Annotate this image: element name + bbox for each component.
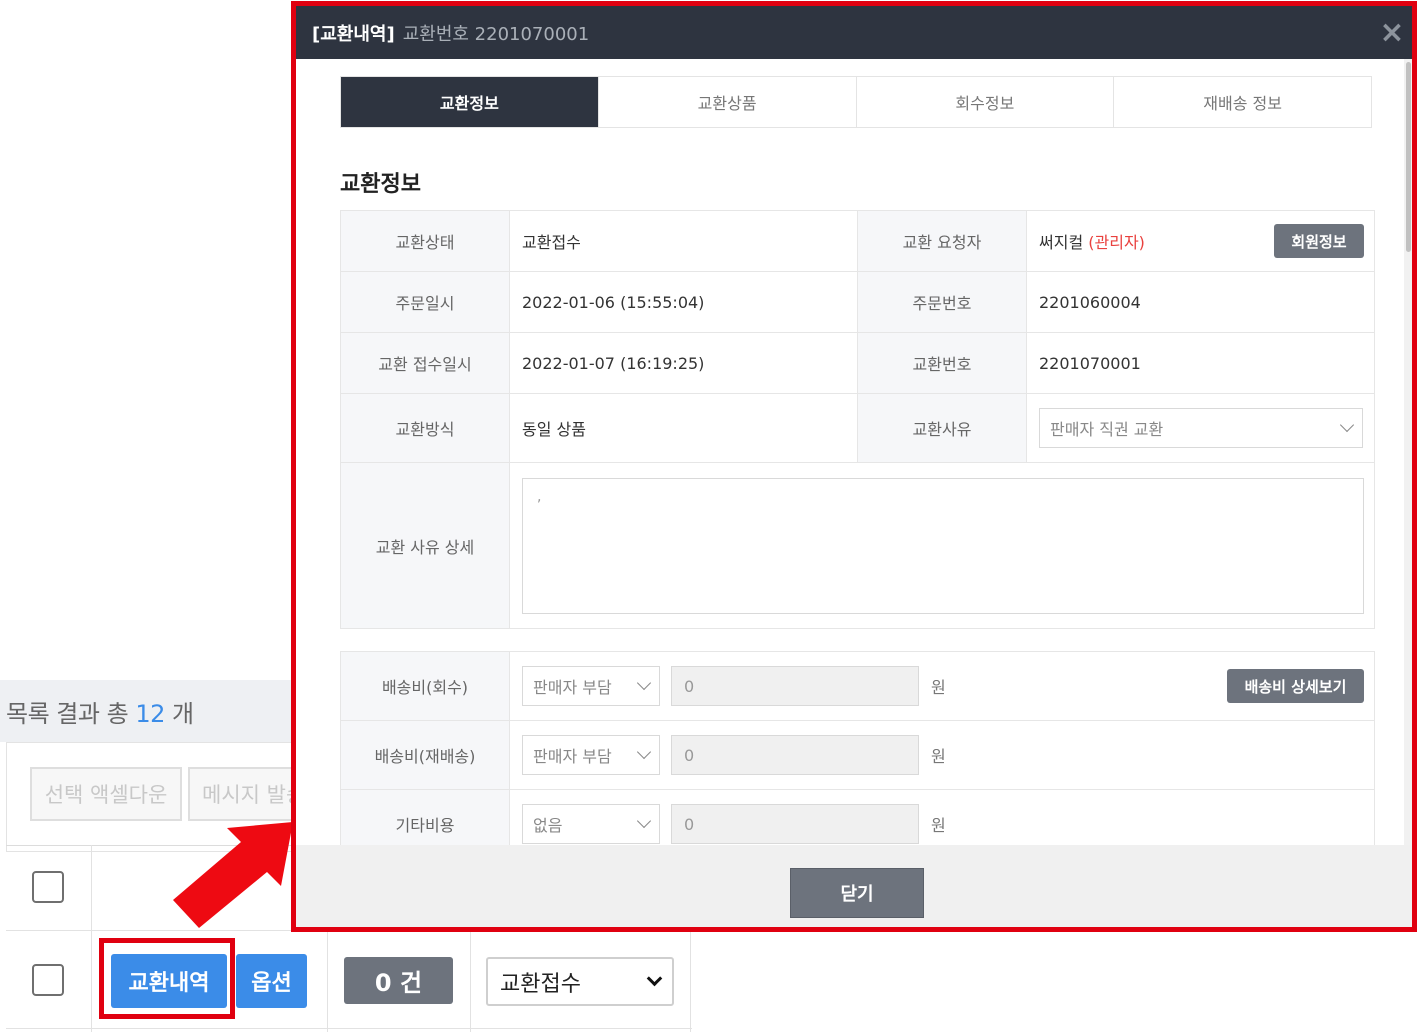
received-date-value: 2022-01-07 (16:19:25)	[509, 332, 858, 394]
reason-label: 교환사유	[857, 393, 1027, 463]
red-arrow-icon	[173, 822, 293, 928]
tab-exchange-products[interactable]: 교환상품	[598, 77, 857, 127]
table-divider	[327, 930, 328, 1032]
requester-cell: 써지컬 (관리자) 회원정보	[1026, 210, 1375, 272]
resend-fee-amount-input[interactable]: 0	[671, 735, 919, 775]
excel-download-button[interactable]: 선택 액셀다운	[30, 767, 182, 821]
resend-fee-payer-value: 판매자 부담	[533, 747, 612, 766]
chevron-down-icon	[646, 970, 663, 987]
exchange-no-value: 2201070001	[1026, 332, 1375, 394]
reason-select[interactable]: 판매자 직권 교환	[1039, 408, 1363, 448]
order-no-label: 주문번호	[857, 271, 1027, 333]
reason-detail-textarea[interactable]: ,	[522, 477, 1364, 614]
currency-unit: 원	[931, 678, 946, 697]
tab-resend-info[interactable]: 재배송 정보	[1114, 77, 1371, 127]
status-value: 교환접수	[509, 210, 858, 272]
currency-unit: 원	[931, 747, 946, 766]
order-date-value: 2022-01-06 (15:55:04)	[509, 271, 858, 333]
table-divider	[91, 845, 92, 1032]
result-count: 12	[135, 700, 165, 728]
status-label: 교환상태	[340, 210, 510, 272]
return-fee-cell: 판매자 부담 0 원 배송비 상세보기	[509, 651, 1375, 721]
chevron-down-icon	[636, 744, 652, 760]
modal-tabs: 교환정보 교환상품 회수정보 재배송 정보	[340, 76, 1372, 128]
count-badge: 0 건	[344, 957, 453, 1004]
currency-unit: 원	[931, 816, 946, 835]
reason-detail-label: 교환 사유 상세	[340, 462, 510, 629]
table-divider	[690, 930, 691, 1032]
return-fee-payer-select[interactable]: 판매자 부담	[522, 666, 660, 706]
resend-fee-payer-select[interactable]: 판매자 부담	[522, 735, 660, 775]
table-divider	[470, 930, 471, 1032]
modal-title: [교환내역]	[312, 23, 395, 45]
received-date-label: 교환 접수일시	[340, 332, 510, 394]
chevron-down-icon	[636, 813, 652, 829]
order-date-label: 주문일시	[340, 271, 510, 333]
result-suffix: 개	[172, 700, 194, 728]
order-no-value: 2201060004	[1026, 271, 1375, 333]
member-info-button[interactable]: 회원정보	[1274, 224, 1364, 258]
shipping-cost-table: 배송비(회수) 판매자 부담 0 원 배송비 상세보기 배송비(재배송) 판매자…	[340, 651, 1375, 859]
status-select-value: 교환접수	[500, 971, 581, 997]
row-checkbox[interactable]	[32, 964, 64, 996]
method-value: 동일 상품	[509, 393, 858, 463]
chevron-down-icon	[636, 675, 652, 691]
exchange-history-modal: [교환내역] 교환번호 2201070001 × 교환정보 교환상품 회수정보 …	[296, 6, 1412, 927]
resend-fee-cell: 판매자 부담 0 원	[509, 720, 1375, 790]
fee-detail-button[interactable]: 배송비 상세보기	[1227, 669, 1364, 703]
requester-role: (관리자)	[1088, 233, 1145, 252]
exchange-no-label: 교환번호	[857, 332, 1027, 394]
select-all-checkbox[interactable]	[32, 871, 64, 903]
other-fee-payer-select[interactable]: 없음	[522, 804, 660, 844]
requester-label: 교환 요청자	[857, 210, 1027, 272]
return-fee-payer-value: 판매자 부담	[533, 678, 612, 697]
close-button[interactable]: 닫기	[790, 868, 924, 918]
return-fee-label: 배송비(회수)	[340, 651, 510, 721]
section-title: 교환정보	[340, 172, 421, 197]
highlight-box	[99, 938, 235, 1019]
modal-subtitle: 교환번호 2201070001	[402, 23, 590, 45]
resend-fee-label: 배송비(재배송)	[340, 720, 510, 790]
exchange-info-table: 교환상태 교환접수 교환 요청자 써지컬 (관리자) 회원정보 주문일시 202…	[340, 210, 1375, 629]
scrollbar-thumb[interactable]	[1406, 62, 1411, 252]
other-fee-payer-value: 없음	[533, 816, 563, 835]
tab-exchange-info[interactable]: 교환정보	[341, 77, 599, 127]
modal-titlebar: [교환내역] 교환번호 2201070001	[296, 6, 1412, 59]
chevron-down-icon	[1339, 417, 1355, 433]
reason-detail-cell: ,	[509, 462, 1375, 629]
method-label: 교환방식	[340, 393, 510, 463]
requester-name: 써지컬	[1039, 233, 1084, 252]
other-fee-amount-input[interactable]: 0	[671, 804, 919, 844]
result-summary: 목록 결과 총 12 개	[6, 694, 194, 729]
close-icon[interactable]: ×	[1376, 14, 1408, 50]
option-button[interactable]: 옵션	[236, 954, 307, 1008]
reason-cell: 판매자 직권 교환	[1026, 393, 1375, 463]
return-fee-amount-input[interactable]: 0	[671, 666, 919, 706]
message-send-button[interactable]: 메시지 발송	[188, 767, 300, 821]
tab-collection-info[interactable]: 회수정보	[856, 77, 1115, 127]
result-prefix: 목록 결과 총	[6, 700, 129, 728]
table-row-divider	[6, 1028, 692, 1029]
reason-select-value: 판매자 직권 교환	[1050, 420, 1164, 439]
status-select[interactable]: 교환접수	[486, 957, 674, 1006]
